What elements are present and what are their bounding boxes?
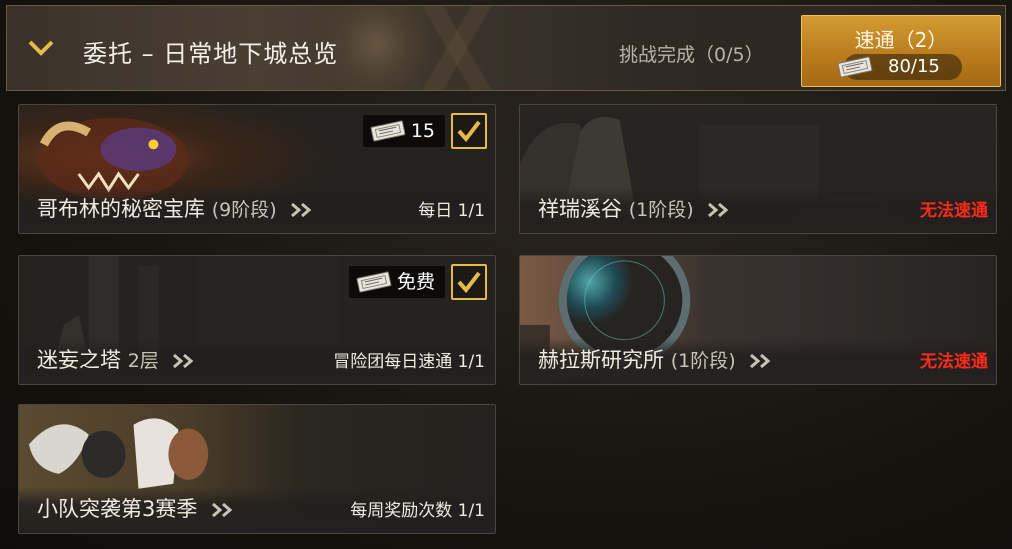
dungeon-status: 无法速通 [920, 201, 988, 221]
challenge-status-text: 挑战完成（0/5） [619, 44, 764, 66]
double-chevron-right-icon [708, 202, 729, 218]
ticket-icon [356, 271, 392, 293]
checkmark-icon [457, 271, 481, 294]
cost-badge: 15 [362, 115, 445, 147]
ticket-icon [837, 56, 873, 78]
dungeon-status: 每日 1/1 [418, 201, 485, 221]
dungeon-name: 祥瑞溪谷 (1阶段) [538, 193, 732, 223]
speed-clear-label: 速通（2） [854, 28, 948, 52]
cost-value: 免费 [396, 271, 435, 293]
dungeon-status: 无法速通 [920, 352, 988, 372]
dungeon-status: 每周奖励次数 1/1 [350, 501, 485, 521]
dungeon-stage: 2层 [127, 350, 159, 372]
double-chevron-right-icon [750, 353, 771, 369]
speed-count-value: 80/15 [888, 56, 940, 77]
dungeon-stage: (1阶段) [670, 350, 736, 372]
dungeon-name: 迷妄之塔 2层 [37, 344, 197, 374]
ticket-icon [370, 120, 406, 142]
chevron-down-icon[interactable] [27, 38, 55, 58]
dungeon-stage: (1阶段) [628, 199, 694, 221]
dungeon-status: 冒险团每日速通 1/1 [333, 352, 485, 372]
dungeon-stage: (9阶段) [211, 199, 277, 221]
cost-value: 15 [410, 120, 435, 142]
speed-ticket-count: 80/15 [837, 54, 962, 80]
select-checkbox[interactable] [451, 113, 487, 149]
double-chevron-right-icon [173, 353, 194, 369]
cost-badge: 免费 [348, 266, 445, 298]
checkmark-icon [457, 120, 481, 143]
double-chevron-right-icon [291, 202, 312, 218]
dungeon-card-valley[interactable]: 祥瑞溪谷 (1阶段) 无法速通 [519, 104, 997, 234]
double-chevron-right-icon [212, 502, 233, 518]
dungeon-card-goblin[interactable]: 15 哥布林的秘密宝库 (9阶段) 每日 1/1 [18, 104, 496, 234]
dungeon-card-raid[interactable]: 小队突袭第3赛季 每周奖励次数 1/1 [18, 404, 496, 534]
dungeon-name: 小队突袭第3赛季 [37, 493, 236, 523]
dungeon-name: 赫拉斯研究所 (1阶段) [538, 344, 774, 374]
header-bar: 委托 – 日常地下城总览 挑战完成（0/5） 速通（2） 80/15 [6, 5, 1006, 91]
select-checkbox[interactable] [451, 264, 487, 300]
header-decoration [367, 6, 547, 90]
page-title: 委托 – 日常地下城总览 [83, 40, 339, 68]
speed-clear-button[interactable]: 速通（2） 80/15 [801, 15, 1001, 87]
dungeon-name: 哥布林的秘密宝库 (9阶段) [37, 193, 315, 223]
dungeon-card-tower[interactable]: 免费 迷妄之塔 2层 冒险团每日速通 1/1 [18, 255, 496, 385]
dungeon-card-lab[interactable]: 赫拉斯研究所 (1阶段) 无法速通 [519, 255, 997, 385]
